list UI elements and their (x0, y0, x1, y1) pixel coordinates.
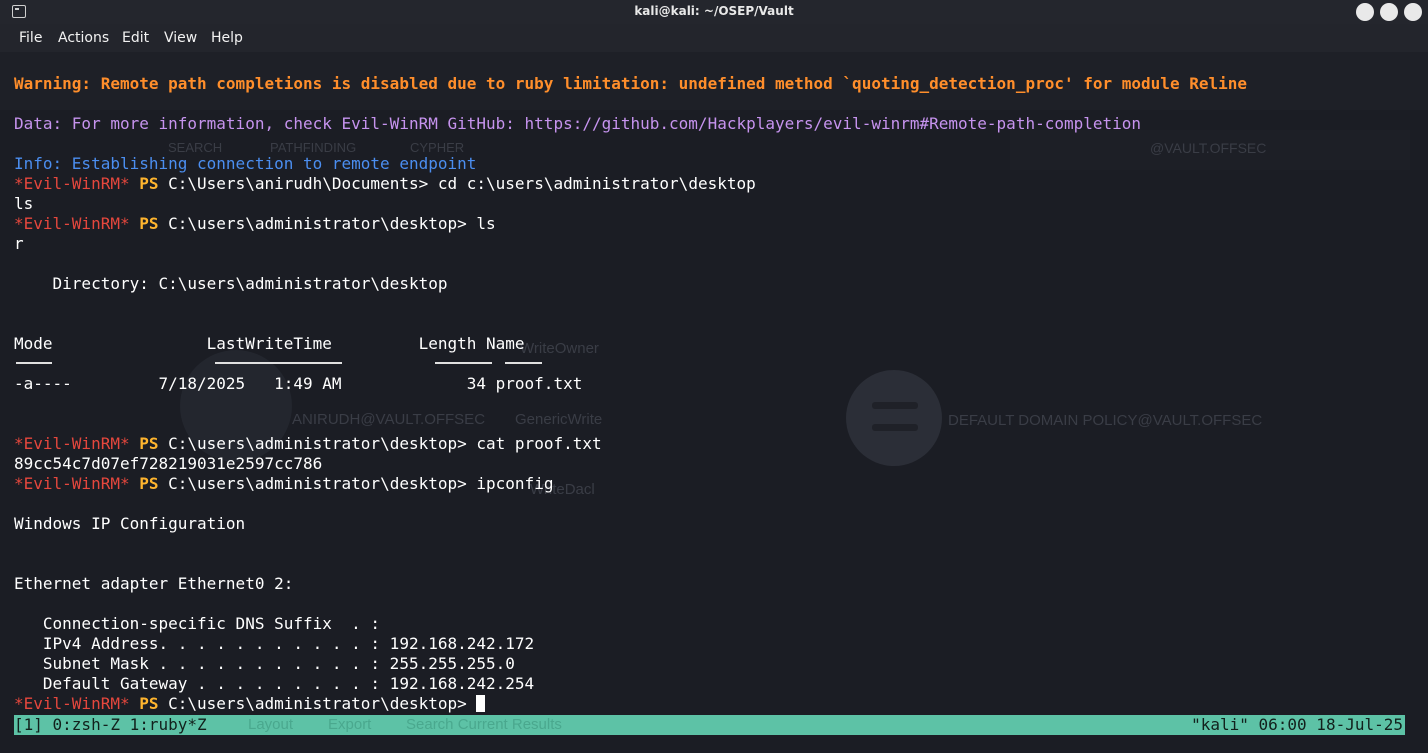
window-title-bar: kali@kali: ~/OSEP/Vault (0, 0, 1428, 24)
tmux-status-bar: [1] 0:zsh-Z 1:ruby*Z Layout Export Searc… (14, 715, 1405, 735)
prompt-tag: *Evil-WinRM* (14, 174, 130, 193)
menu-actions[interactable]: Actions (58, 30, 109, 46)
header-underline-length (435, 362, 492, 364)
command-text: C:\users\administrator\desktop> ipconfig (168, 474, 554, 493)
background-menu-label: Export (328, 716, 372, 733)
text-cursor (476, 695, 486, 712)
tmux-window-list[interactable]: [1] 0:zsh-Z 1:ruby*Z (14, 715, 207, 735)
proof-hash: 89cc54c7d07ef728219031e2597cc786 (14, 454, 323, 473)
background-menu-label: Search Current Results (406, 716, 562, 733)
prompt-ps: PS (139, 434, 159, 453)
prompt-ps: PS (139, 174, 159, 193)
prompt-line: *Evil-WinRM* PS C:\users\administrator\d… (14, 434, 602, 454)
info-line: Info: Establishing connection to remote … (14, 154, 477, 173)
menu-file[interactable]: File (19, 30, 42, 46)
ipv4-line: IPv4 Address. . . . . . . . . . . : 192.… (14, 634, 535, 653)
command-text: C:\users\administrator\desktop> ls (168, 214, 496, 233)
header-underline-name (505, 362, 542, 364)
data-line: Data: For more information, check Evil-W… (14, 114, 1142, 133)
prompt-line: *Evil-WinRM* PS C:\Users\anirudh\Documen… (14, 174, 756, 194)
menu-edit[interactable]: Edit (122, 30, 149, 46)
command-text: C:\users\administrator\desktop> cat proo… (168, 434, 602, 453)
ipconfig-title: Windows IP Configuration (14, 514, 246, 533)
menu-bar: File Actions Edit View Help (0, 24, 1428, 52)
prompt-ps: PS (139, 694, 159, 713)
prompt-tag: *Evil-WinRM* (14, 214, 130, 233)
menu-help[interactable]: Help (211, 30, 243, 46)
table-header: Mode LastWriteTime Length Name (14, 334, 525, 353)
window-title: kali@kali: ~/OSEP/Vault (634, 4, 794, 18)
prompt-line: *Evil-WinRM* PS C:\users\administrator\d… (14, 474, 553, 494)
terminal-output[interactable]: Warning: Remote path completions is disa… (0, 52, 1428, 753)
close-button[interactable] (1404, 3, 1422, 21)
menu-view[interactable]: View (164, 30, 197, 46)
table-row: -a---- 7/18/2025 1:49 AM 34 proof.txt (14, 374, 583, 393)
adapter-line: Ethernet adapter Ethernet0 2: (14, 574, 294, 593)
header-underline-lastwritetime (215, 362, 342, 364)
prompt-line: *Evil-WinRM* PS C:\users\administrator\d… (14, 694, 486, 714)
prompt-ps: PS (139, 214, 159, 233)
command-output: ls (14, 194, 34, 213)
command-output: r (14, 234, 24, 253)
background-menu-label: Layout (248, 716, 294, 733)
maximize-button[interactable] (1380, 3, 1398, 21)
prompt-ps: PS (139, 474, 159, 493)
subnet-line: Subnet Mask . . . . . . . . . . . : 255.… (14, 654, 515, 673)
prompt-line: *Evil-WinRM* PS C:\users\administrator\d… (14, 214, 496, 234)
gateway-line: Default Gateway . . . . . . . . . : 192.… (14, 674, 535, 693)
prompt-tag: *Evil-WinRM* (14, 694, 130, 713)
prompt-tag: *Evil-WinRM* (14, 474, 130, 493)
prompt-tag: *Evil-WinRM* (14, 434, 130, 453)
header-underline-mode (16, 362, 52, 364)
command-input[interactable]: C:\users\administrator\desktop> (168, 694, 476, 713)
warning-line: Warning: Remote path completions is disa… (14, 74, 1247, 93)
tmux-status-right: "kali" 06:00 18-Jul-25 (1191, 715, 1403, 734)
directory-line: Directory: C:\users\administrator\deskto… (14, 274, 448, 293)
command-text: C:\Users\anirudh\Documents> cd c:\users\… (168, 174, 756, 193)
dns-suffix-line: Connection-specific DNS Suffix . : (14, 614, 381, 633)
minimize-button[interactable] (1356, 3, 1374, 21)
